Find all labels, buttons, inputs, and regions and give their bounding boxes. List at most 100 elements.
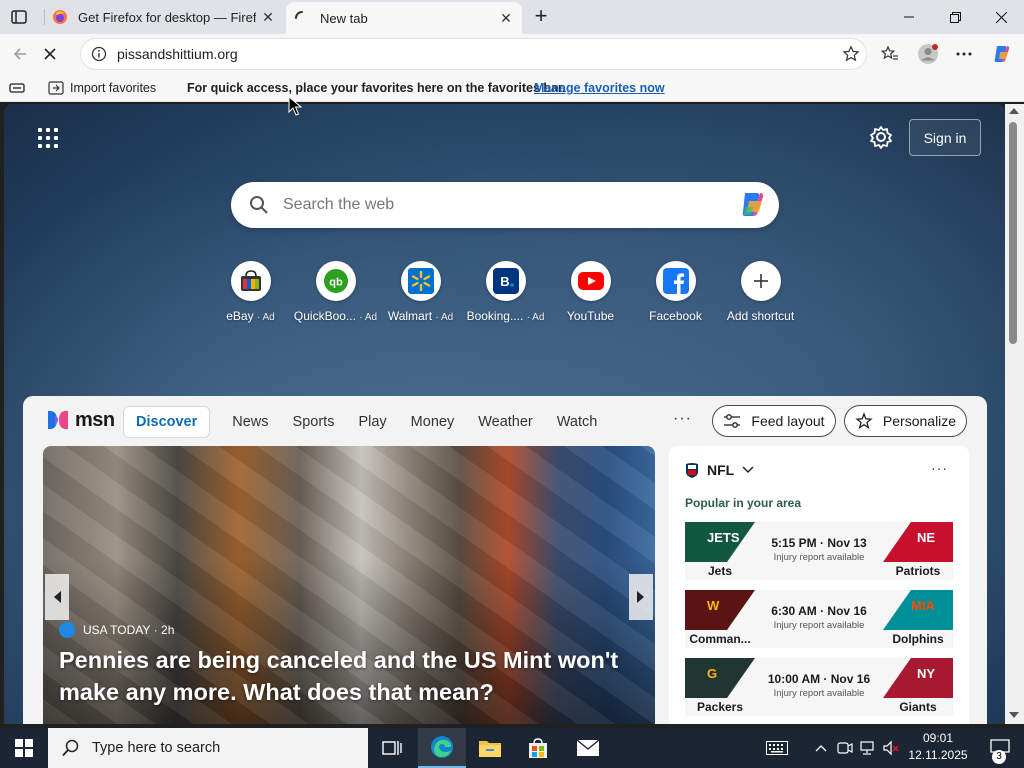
- patriots-logo-icon: NE: [916, 530, 935, 545]
- scroll-thumb[interactable]: [1009, 122, 1017, 344]
- address-bar[interactable]: pissandshittium.org: [80, 38, 867, 70]
- chevron-down-icon: [742, 466, 754, 474]
- clock-date: 12.11.2025: [908, 748, 968, 762]
- avatar-icon: [918, 44, 938, 64]
- page-scrollbar[interactable]: [1005, 104, 1024, 724]
- nav-sports[interactable]: Sports: [293, 414, 335, 430]
- personalize-button[interactable]: Personalize: [844, 405, 967, 437]
- web-search-box[interactable]: [231, 182, 779, 228]
- minimize-button[interactable]: [886, 0, 932, 34]
- carousel-prev-button[interactable]: [45, 574, 69, 620]
- game-note: Injury report available: [773, 620, 865, 631]
- keyboard-tray-button[interactable]: [760, 728, 794, 768]
- team-name: Packers: [696, 700, 744, 714]
- loading-spinner-icon: [295, 11, 303, 19]
- nav-news[interactable]: News: [232, 414, 268, 430]
- show-hidden-icons-button[interactable]: [810, 728, 832, 768]
- settings-and-more-button[interactable]: [950, 40, 978, 68]
- ad-label: · Ad: [526, 312, 545, 323]
- carousel-next-button[interactable]: [629, 574, 653, 620]
- nav-play[interactable]: Play: [358, 414, 386, 430]
- jets-logo-icon: JETS: [707, 530, 740, 545]
- copilot-icon[interactable]: [737, 189, 769, 221]
- taskbar-edge-button[interactable]: [418, 728, 466, 768]
- team-name: Jets: [707, 564, 733, 578]
- usa-today-icon: [59, 622, 75, 638]
- network-button[interactable]: [856, 728, 878, 768]
- nav-money[interactable]: Money: [411, 414, 455, 430]
- network-wired-icon: [860, 741, 874, 755]
- msn-logo[interactable]: msn: [45, 406, 115, 434]
- close-tab-icon[interactable]: ✕: [256, 5, 280, 29]
- ad-label: · Ad: [435, 312, 454, 323]
- system-clock[interactable]: 09:01 12.11.2025: [906, 730, 970, 766]
- nav-weather[interactable]: Weather: [478, 414, 533, 430]
- nav-watch[interactable]: Watch: [557, 414, 598, 430]
- microsoft-store-button[interactable]: [514, 728, 562, 768]
- info-icon[interactable]: [91, 46, 107, 62]
- taskbar-search-placeholder: Type here to search: [92, 740, 221, 756]
- nav-discover[interactable]: Discover: [123, 406, 211, 438]
- clock-time: 09:01: [922, 731, 954, 745]
- game-time: 10:00 AM · Nov 16: [767, 672, 871, 686]
- start-button[interactable]: [0, 728, 48, 768]
- tab-actions-icon[interactable]: [10, 8, 28, 26]
- shortcut-label: Booking....: [466, 309, 524, 323]
- sign-in-button[interactable]: Sign in: [909, 119, 981, 156]
- feed-layout-button[interactable]: Feed layout: [712, 405, 836, 437]
- favorites-bar: Import favorites For quick access, place…: [0, 74, 1024, 102]
- shortcut-youtube[interactable]: YouTube: [548, 261, 633, 323]
- tab-new-tab[interactable]: New tab ✕: [286, 2, 522, 34]
- close-window-button[interactable]: [978, 0, 1024, 34]
- hero-article-card[interactable]: USA TODAY · 2h Pennies are being cancele…: [43, 446, 655, 724]
- shortcut-ebay[interactable]: eBay · Ad: [208, 261, 293, 323]
- shortcut-booking[interactable]: B Booking.... · Ad: [463, 261, 548, 323]
- shortcut-facebook[interactable]: Facebook: [633, 261, 718, 323]
- tab-firefox[interactable]: Get Firefox for desktop — Firefox ✕: [44, 0, 284, 34]
- restore-button[interactable]: [932, 0, 978, 34]
- favorites-bar-toggle-icon[interactable]: [8, 80, 26, 96]
- article-headline[interactable]: Pennies are being canceled and the US Mi…: [59, 644, 639, 708]
- copilot-button[interactable]: [988, 40, 1016, 68]
- mail-button[interactable]: [564, 728, 612, 768]
- chevron-up-icon: [815, 745, 827, 752]
- shortcut-quickbooks[interactable]: qb QuickBoo... · Ad: [293, 261, 378, 323]
- add-shortcut-button[interactable]: Add shortcut: [718, 261, 803, 323]
- add-favorite-button[interactable]: [836, 39, 866, 69]
- back-button[interactable]: [6, 40, 34, 68]
- shortcut-label: Add shortcut: [726, 309, 795, 323]
- app-launcher-button[interactable]: [38, 128, 58, 148]
- game-row[interactable]: JETS Jets 5:15 PM · Nov 13 Injury report a…: [685, 522, 953, 580]
- game-row[interactable]: G Packers 10:00 AM · Nov 16 Injury report …: [685, 658, 953, 716]
- windows-logo-icon: [15, 739, 33, 757]
- star-icon: [842, 45, 860, 62]
- profile-button[interactable]: [914, 40, 942, 68]
- import-icon: [48, 81, 64, 95]
- new-tab-button[interactable]: +: [528, 4, 554, 30]
- volume-button[interactable]: [880, 728, 902, 768]
- search-input[interactable]: [283, 196, 737, 214]
- shortcut-walmart[interactable]: Walmart · Ad: [378, 261, 463, 323]
- task-view-icon: [382, 741, 402, 755]
- gear-icon[interactable]: [868, 124, 894, 150]
- url-text[interactable]: pissandshittium.org: [117, 46, 836, 62]
- favorites-button[interactable]: [876, 40, 904, 68]
- shortcut-label: QuickBoo...: [293, 309, 356, 323]
- task-view-button[interactable]: [368, 728, 416, 768]
- stop-loading-button[interactable]: [36, 40, 64, 68]
- game-row[interactable]: W Comman... 6:30 AM · Nov 16 Injury report…: [685, 590, 953, 648]
- scroll-up-arrow-icon[interactable]: [1009, 108, 1019, 114]
- nav-more-button[interactable]: ···: [673, 410, 692, 428]
- manage-favorites-link[interactable]: Manage favorites now: [534, 81, 665, 95]
- import-favorites-button[interactable]: Import favorites: [48, 78, 156, 98]
- mouse-cursor-icon: [288, 96, 302, 116]
- packers-logo-icon: G: [707, 666, 718, 681]
- nfl-more-button[interactable]: ···: [931, 460, 948, 476]
- scroll-down-arrow-icon[interactable]: [1009, 712, 1019, 718]
- mail-icon: [576, 739, 600, 756]
- file-explorer-button[interactable]: [466, 728, 514, 768]
- tray-app-icon[interactable]: [834, 728, 856, 768]
- close-tab-icon[interactable]: ✕: [494, 6, 518, 30]
- taskbar-search-box[interactable]: Type here to search: [48, 728, 368, 768]
- nfl-header[interactable]: NFL: [685, 462, 754, 478]
